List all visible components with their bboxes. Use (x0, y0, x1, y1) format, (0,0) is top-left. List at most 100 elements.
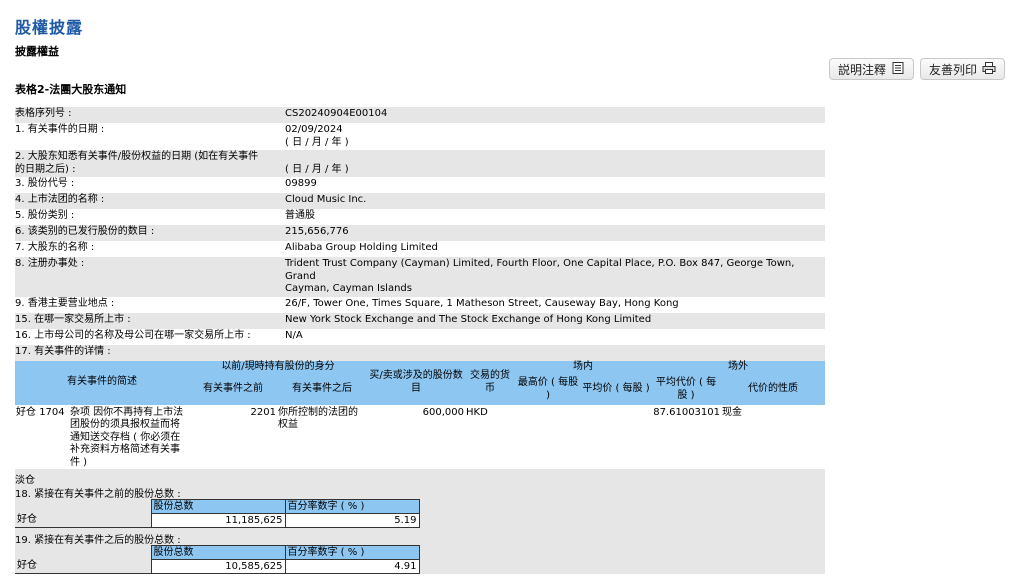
field-value (285, 346, 825, 360)
field-value-date (285, 151, 825, 164)
row-avg (581, 405, 651, 470)
field-value: CS20240904E00104 (285, 108, 388, 119)
field-exchange: 15. 在哪一家交易所上市 : New York Stock Exchange … (15, 312, 825, 329)
field-value: 02/09/2024( 日 / 月 / 年 ) (285, 124, 825, 149)
header-currency: 交易的货币 (465, 360, 516, 405)
field-label-line2: 的日期之后) : (15, 163, 76, 175)
field-label: 16. 上市母公司的名称及母公司在哪一家交易所上市 : (15, 329, 251, 341)
top-buttons: 説明注釋 友善列印 (828, 58, 1005, 80)
header-shares: 买/卖或涉及的股份数目 (367, 360, 466, 405)
field-label: 7. 大股东的名称 : (15, 242, 95, 253)
field-stock-code: 3. 股份代号 : 09899 (15, 177, 825, 193)
print-button[interactable]: 友善列印 (919, 58, 1005, 80)
field-event-date: 1. 有关事件的日期 : 02/09/2024( 日 / 月 / 年 ) (15, 123, 825, 150)
field-label: 4. 上市法团的名称 : (15, 194, 105, 205)
field-value: 26/F, Tower One, Times Square, 1 Matheso… (285, 297, 679, 309)
field-value: 普通股 (285, 210, 315, 221)
field-value: ( 日 / 月 / 年 ) (285, 151, 825, 176)
field-issued-shares: 6. 该类别的已发行股份的数目 : 215,656,776 (15, 225, 825, 241)
notes-icon (891, 61, 905, 78)
section18-col2: 百分率数字 ( % ) (284, 499, 420, 514)
field-value: Alibaba Group Holding Limited (285, 242, 438, 253)
field-value: New York Stock Exchange and The Stock Ex… (285, 313, 652, 325)
row-nature: 现金 (722, 406, 743, 418)
field-label: 1. 有关事件的日期 : (15, 124, 105, 135)
section19-table: 股份总数 百分率数字 ( % ) 好仓 10,585,625 4.91 (15, 545, 420, 574)
field-issuer-name: 4. 上市法团的名称 : Cloud Music Inc. (15, 193, 825, 209)
section19-label: 19. 紧接在有关事件之后的股份总数 : (15, 535, 181, 546)
field-parent-company: 16. 上市母公司的名称及母公司在哪一家交易所上市 : N/A (15, 329, 825, 345)
field-label-line1: 2. 大股东知悉有关事件/股份权益的日期 (如在有关事件 (15, 151, 259, 162)
field-value: N/A (285, 329, 303, 341)
section18-pct: 5.19 (284, 513, 420, 528)
section18-blank (15, 500, 151, 514)
event-table: 有关事件的简述 以前/現時持有股份的身分 买/卖或涉及的股份数目 交易的货币 场… (15, 360, 826, 470)
header-avg: 平均价 ( 每股 ) (581, 374, 652, 405)
header-before: 有关事件之前 (189, 374, 277, 405)
row-currency: HKD (466, 406, 488, 418)
field-aware-date: 2. 大股东知悉有关事件/股份权益的日期 (如在有关事件 的日期之后) : ( 日… (15, 150, 825, 177)
section19-row-label: 好仓 (15, 559, 151, 574)
field-label: 2. 大股东知悉有关事件/股份权益的日期 (如在有关事件 的日期之后) : (15, 151, 285, 176)
field-label: 8. 注册办事处 : (15, 258, 85, 269)
header-offex: 场外 (651, 360, 826, 375)
short-label: 淡仓 (15, 475, 35, 486)
print-button-label: 友善列印 (928, 62, 977, 77)
printer-icon (982, 61, 996, 78)
section19-col2: 百分率数字 ( % ) (284, 545, 420, 560)
section18-label: 18. 紧接在有关事件之前的股份总数 : (15, 489, 181, 500)
section19-blank (15, 546, 151, 560)
field-serial: 表格序列号 : CS20240904E00104 (15, 107, 825, 123)
section18-col1: 股份总数 (150, 499, 286, 514)
field-value-format: ( 日 / 月 / 年 ) (285, 163, 349, 175)
row-capacity: 你所控制的法团的权益 (278, 406, 358, 431)
row-desc: 杂项 因你不再持有上市法团股份的须具报权益而将通知送交存档 ( 你必须在补充资料… (70, 406, 184, 468)
section18-row-label: 好仓 (15, 513, 151, 528)
event-code: 1704 (39, 406, 65, 418)
section18-shares: 11,185,625 (150, 513, 286, 528)
header-nature: 代价的性质 (721, 374, 826, 405)
field-value: 09899 (285, 178, 317, 189)
field-label: 9. 香港主要营业地点 : (15, 297, 115, 309)
section19-col1: 股份总数 (150, 545, 286, 560)
header-capacity: 以前/現時持有股份的身分 (189, 360, 368, 375)
row-avg-off: 87.61003101 (653, 406, 721, 418)
form-body: 表格序列号 : CS20240904E00104 1. 有关事件的日期 : 02… (15, 107, 826, 574)
field-shareholder-name: 7. 大股东的名称 : Alibaba Group Holding Limite… (15, 241, 825, 257)
field-label: 17. 有关事件的详情 : (15, 345, 111, 357)
field-value: Cloud Music Inc. (285, 194, 367, 205)
field-event-details: 17. 有关事件的详情 : (15, 344, 825, 361)
row-position: 好仓 1704 (15, 405, 69, 470)
form-name: 表格2-法團大股东通知 (15, 83, 127, 96)
short-position-block: 淡仓 18. 紧接在有关事件之前的股份总数 : 股份总数 百分率数字 ( % )… (15, 469, 825, 574)
field-label: 表格序列号 : (15, 108, 72, 119)
field-label: 5. 股份类别 : (15, 210, 75, 221)
section18-table: 股份总数 百分率数字 ( % ) 好仓 11,185,625 5.19 (15, 499, 420, 528)
field-value-line1: Trident Trust Company (Cayman) Limited, … (285, 258, 795, 282)
field-value: 215,656,776 (285, 226, 349, 237)
page-title: 股權披露 (15, 18, 84, 37)
notes-button-label: 説明注釋 (837, 62, 886, 77)
section19-pct: 4.91 (284, 559, 420, 574)
field-value: Trident Trust Company (Cayman) Limited, … (285, 258, 825, 296)
header-high: 最高价 ( 每股 ) (515, 374, 582, 405)
field-value-date: 02/09/2024 (285, 124, 343, 135)
field-label: 15. 在哪一家交易所上市 : (15, 313, 131, 325)
row-shares: 600,000 (422, 406, 465, 418)
notes-button[interactable]: 説明注釋 (828, 58, 914, 80)
field-value-line2: Cayman, Cayman Islands (285, 283, 412, 294)
row-high (515, 405, 581, 470)
page-subtitle: 披露權益 (15, 45, 59, 58)
position-label: 好仓 (16, 406, 36, 418)
header-avgoff: 平均代价 ( 每股 ) (651, 374, 722, 405)
header-desc: 有关事件的简述 (15, 360, 189, 405)
row-code-after: 2201 (250, 406, 276, 418)
section19-shares: 10,585,625 (150, 559, 286, 574)
header-onex: 场内 (515, 360, 652, 375)
field-registered-office: 8. 注册办事处 : Trident Trust Company (Cayman… (15, 257, 825, 297)
field-label: 3. 股份代号 : (15, 178, 75, 189)
table-row: 好仓 1704 杂项 因你不再持有上市法团股份的须具报权益而将通知送交存档 ( … (15, 405, 825, 470)
field-label: 6. 该类别的已发行股份的数目 : (15, 226, 155, 237)
field-hk-office: 9. 香港主要营业地点 : 26/F, Tower One, Times Squ… (15, 297, 825, 313)
field-value-format: ( 日 / 月 / 年 ) (285, 136, 349, 148)
